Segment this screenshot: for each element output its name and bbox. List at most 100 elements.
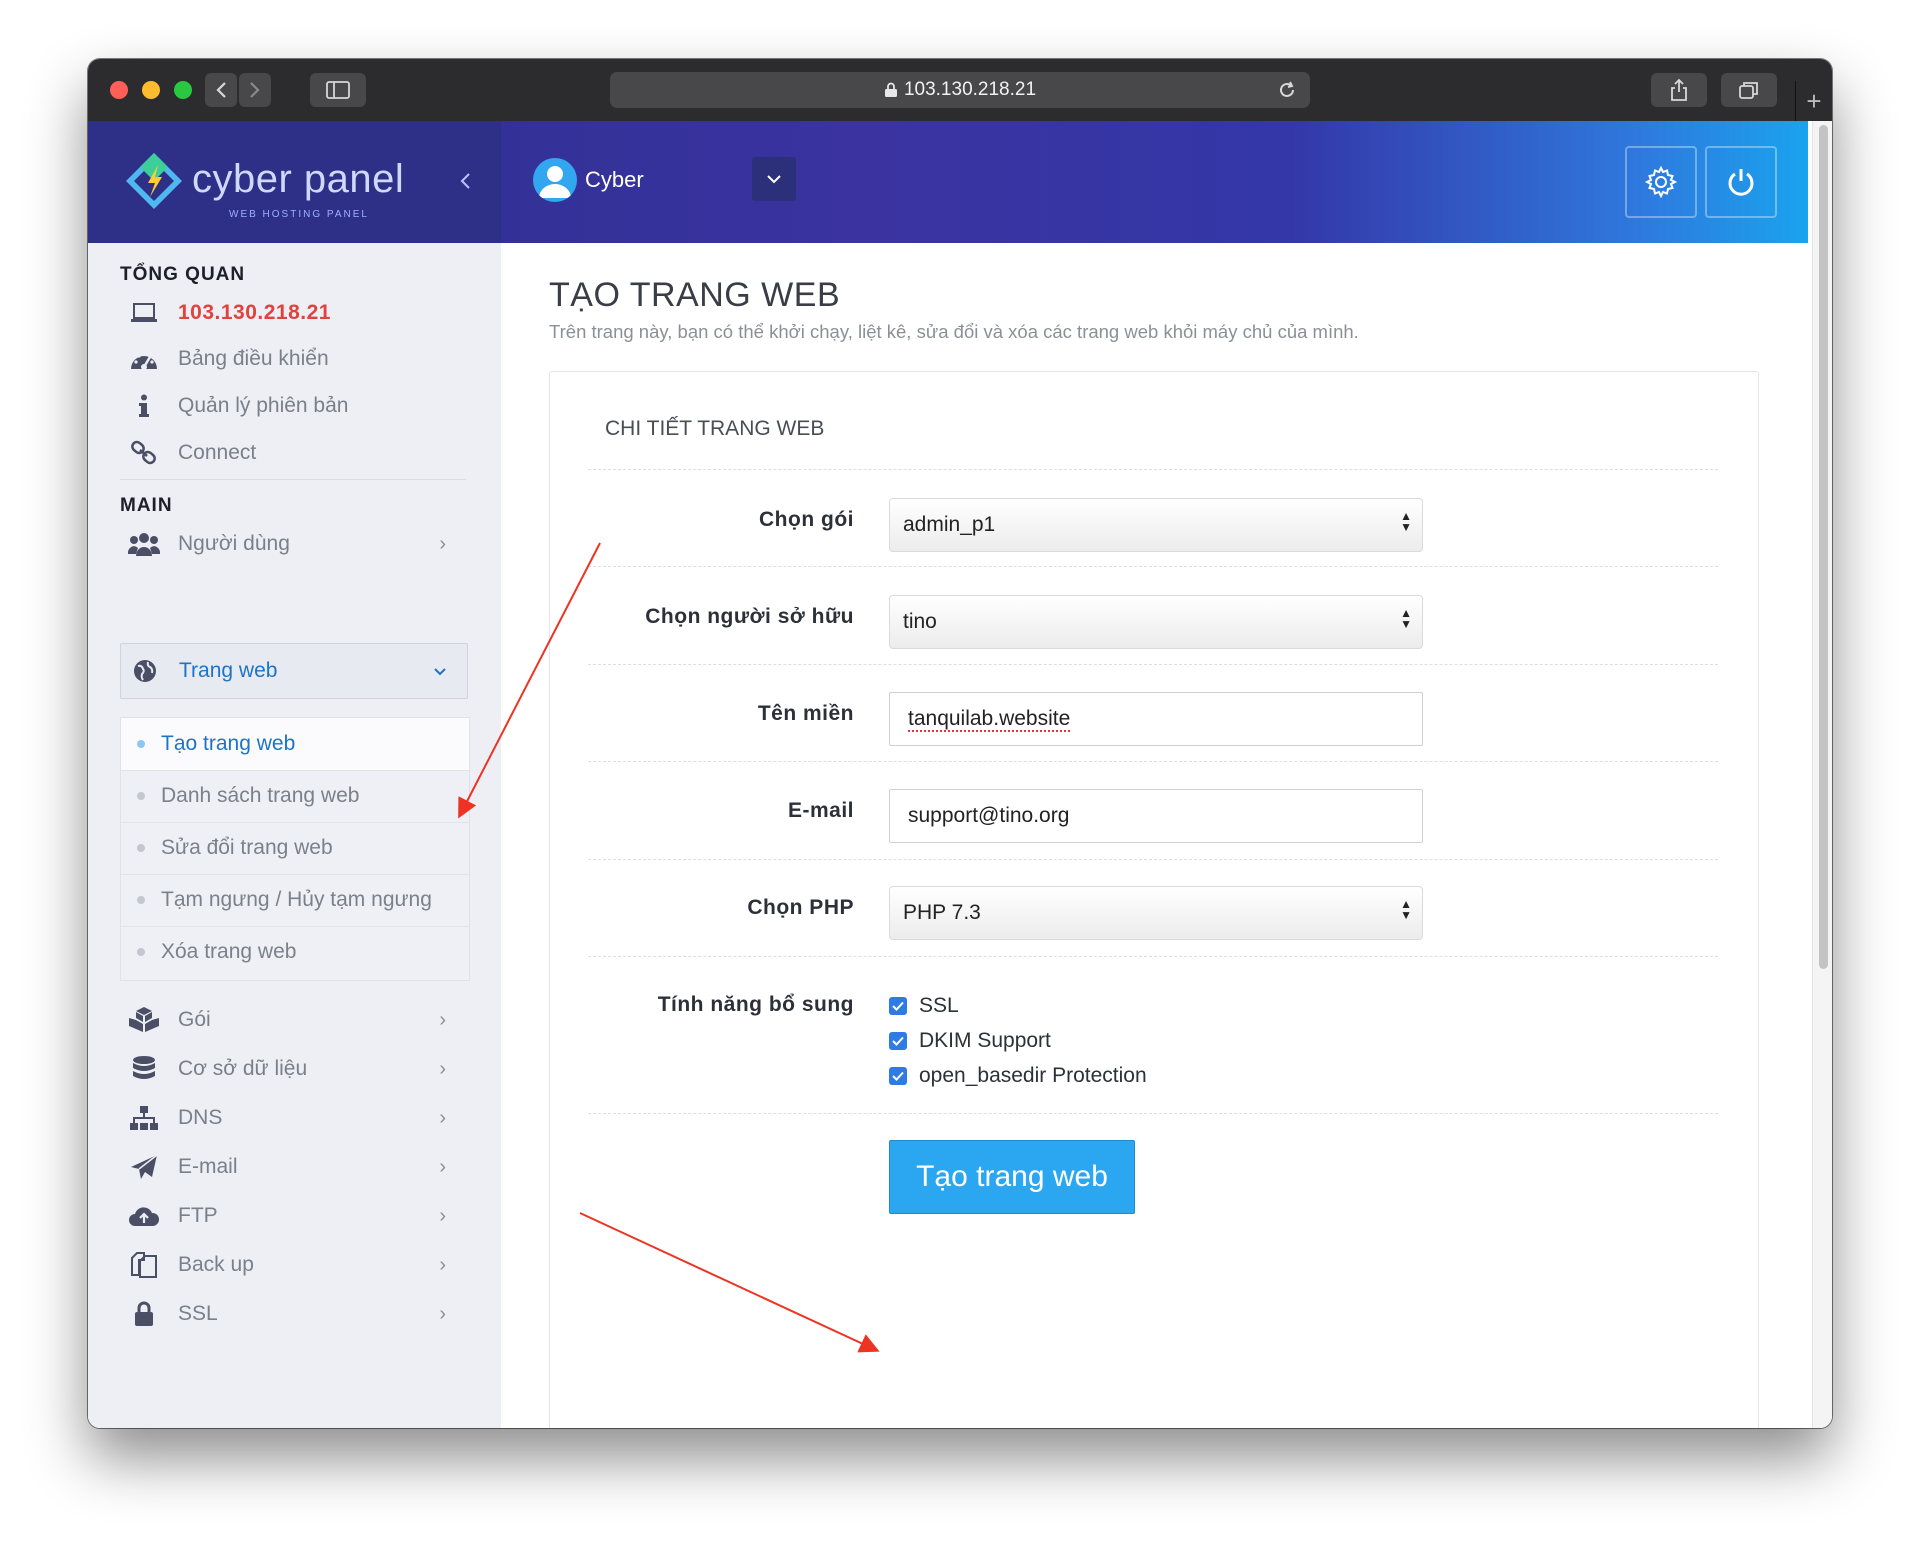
bullet-icon [137,844,145,852]
submenu-item-create-website[interactable]: Tạo trang web [121,718,469,771]
create-website-button[interactable]: Tạo trang web [889,1140,1135,1214]
reload-icon[interactable] [1276,79,1298,101]
share-icon [1671,78,1687,101]
chevron-right-icon: › [439,1106,446,1129]
top-header: cyber panel WEB HOSTING PANEL Cyber [88,121,1808,243]
ssl-checkbox[interactable]: SSL [889,994,959,1018]
sidebar-item-websites[interactable]: Trang web [120,643,468,699]
bullet-icon [137,896,145,904]
submenu-item-label: Tạm ngưng / Hủy tạm ngưng [161,888,432,911]
chevron-right-icon: › [439,1302,446,1325]
logo-text: cyber panel [192,157,405,201]
form-divider [588,859,1718,860]
tabs-overview-button[interactable] [1721,73,1777,107]
sidebar-item-email[interactable]: E-mail › [120,1143,466,1191]
dkim-checkbox[interactable]: DKIM Support [889,1029,1051,1053]
new-tab-button[interactable]: + [1795,81,1832,121]
sidebar-item-server-ip[interactable]: 103.130.218.21 [120,289,466,337]
select-arrows-icon: ▲ ▼ [1400,606,1412,631]
laptop-icon [131,303,157,322]
submenu-item-list-websites[interactable]: Danh sách trang web [121,770,469,823]
zoom-window-button[interactable] [174,81,192,99]
sidebar-item-dns[interactable]: DNS › [120,1094,466,1142]
close-window-button[interactable] [110,81,128,99]
lock-icon [884,82,897,97]
form-divider [588,761,1718,762]
power-icon [1728,169,1754,196]
sidebar-item-connect[interactable]: Connect [120,429,466,477]
sidebar-item-database[interactable]: Cơ sở dữ liệu › [120,1045,466,1093]
dashboard-icon [131,354,157,370]
sidebar-item-label: SSL [178,1302,218,1325]
chevron-down-icon [433,660,447,683]
sidebar-item-label: Cơ sở dữ liệu [178,1057,308,1080]
cloud-upload-icon [129,1207,160,1226]
open-basedir-checkbox[interactable]: open_basedir Protection [889,1064,1147,1088]
chevron-down-icon [767,175,781,184]
user-dropdown-button[interactable] [752,157,796,201]
checkmark-icon [889,1067,907,1085]
sidebar-item-dashboard[interactable]: Bảng điều khiển [120,335,466,383]
chevron-right-icon: › [439,1155,446,1178]
share-button[interactable] [1651,73,1707,107]
php-select[interactable]: PHP 7.3 ▲ ▼ [889,886,1423,940]
scrollbar-thumb[interactable] [1819,125,1828,969]
user-avatar-icon [539,166,571,198]
sidebar-toggle-button[interactable] [310,73,366,107]
browser-window: 103.130.218.21 + cyber panel WEB HOSTING… [88,59,1832,1428]
domain-field[interactable]: tanquilab.website [889,692,1423,746]
submenu-item-label: Xóa trang web [161,940,297,963]
cyberpanel-logo-icon [126,153,182,209]
settings-button[interactable] [1625,146,1697,218]
submenu-item-modify-website[interactable]: Sửa đổi trang web [121,822,469,875]
sidebar-item-backup[interactable]: Back up › [120,1241,466,1289]
submenu-item-label: Tạo trang web [161,732,296,755]
sidebar-item-label: Back up [178,1253,254,1276]
email-label: E-mail [787,799,854,822]
submenu-item-label: Sửa đổi trang web [161,836,333,859]
database-icon [133,1056,155,1079]
sidebar-item-users[interactable]: Người dùng › [120,520,466,568]
logo-area: cyber panel WEB HOSTING PANEL [88,121,501,243]
sidebar-item-ftp[interactable]: FTP › [120,1192,466,1240]
package-select[interactable]: admin_p1 ▲ ▼ [889,498,1423,552]
sidebar-item-label: Người dùng [178,532,290,555]
link-icon [131,440,156,465]
email-field[interactable]: support@tino.org [889,789,1423,843]
address-bar[interactable]: 103.130.218.21 [610,72,1310,108]
checkbox-label: open_basedir Protection [919,1064,1147,1087]
collapse-sidebar-button[interactable] [459,171,471,197]
chevron-left-icon [460,173,470,189]
sidebar-item-label: Bảng điều khiển [178,347,329,370]
packages-icon [129,1007,159,1032]
sidebar-item-version[interactable]: Quản lý phiên bản [120,382,466,430]
checkmark-icon [889,1032,907,1050]
submenu-item-label: Danh sách trang web [161,784,360,807]
section-title-overview: TỔNG QUAN [120,264,246,285]
websites-submenu: Tạo trang web Danh sách trang web Sửa đổ… [120,717,470,981]
bullet-icon [137,792,145,800]
checkbox-label: SSL [919,994,959,1017]
sidebar-item-label: Quản lý phiên bản [178,394,349,417]
features-label: Tính năng bổ sung [657,993,854,1016]
globe-icon [134,660,156,682]
page-description: Trên trang này, bạn có thể khởi chạy, li… [549,321,1359,342]
back-button[interactable] [205,73,237,107]
submenu-item-suspend-website[interactable]: Tạm ngưng / Hủy tạm ngưng [121,874,469,927]
package-label: Chọn gói [759,508,854,531]
forward-button[interactable] [239,73,271,107]
user-name[interactable]: Cyber [585,167,644,193]
vertical-scrollbar[interactable] [1812,121,1832,1428]
avatar[interactable] [533,158,577,202]
select-arrows-icon: ▲ ▼ [1400,509,1412,534]
sidebar-item-ssl[interactable]: SSL › [120,1290,466,1338]
checkmark-icon [889,997,907,1015]
form-divider [588,1113,1718,1114]
owner-select[interactable]: tino ▲ ▼ [889,595,1423,649]
sidebar-item-packages[interactable]: Gói › [120,996,466,1044]
submenu-item-delete-website[interactable]: Xóa trang web [121,926,469,978]
logout-button[interactable] [1705,146,1777,218]
minimize-window-button[interactable] [142,81,160,99]
domain-label: Tên miền [757,702,854,725]
php-select-value: PHP 7.3 [903,901,981,924]
